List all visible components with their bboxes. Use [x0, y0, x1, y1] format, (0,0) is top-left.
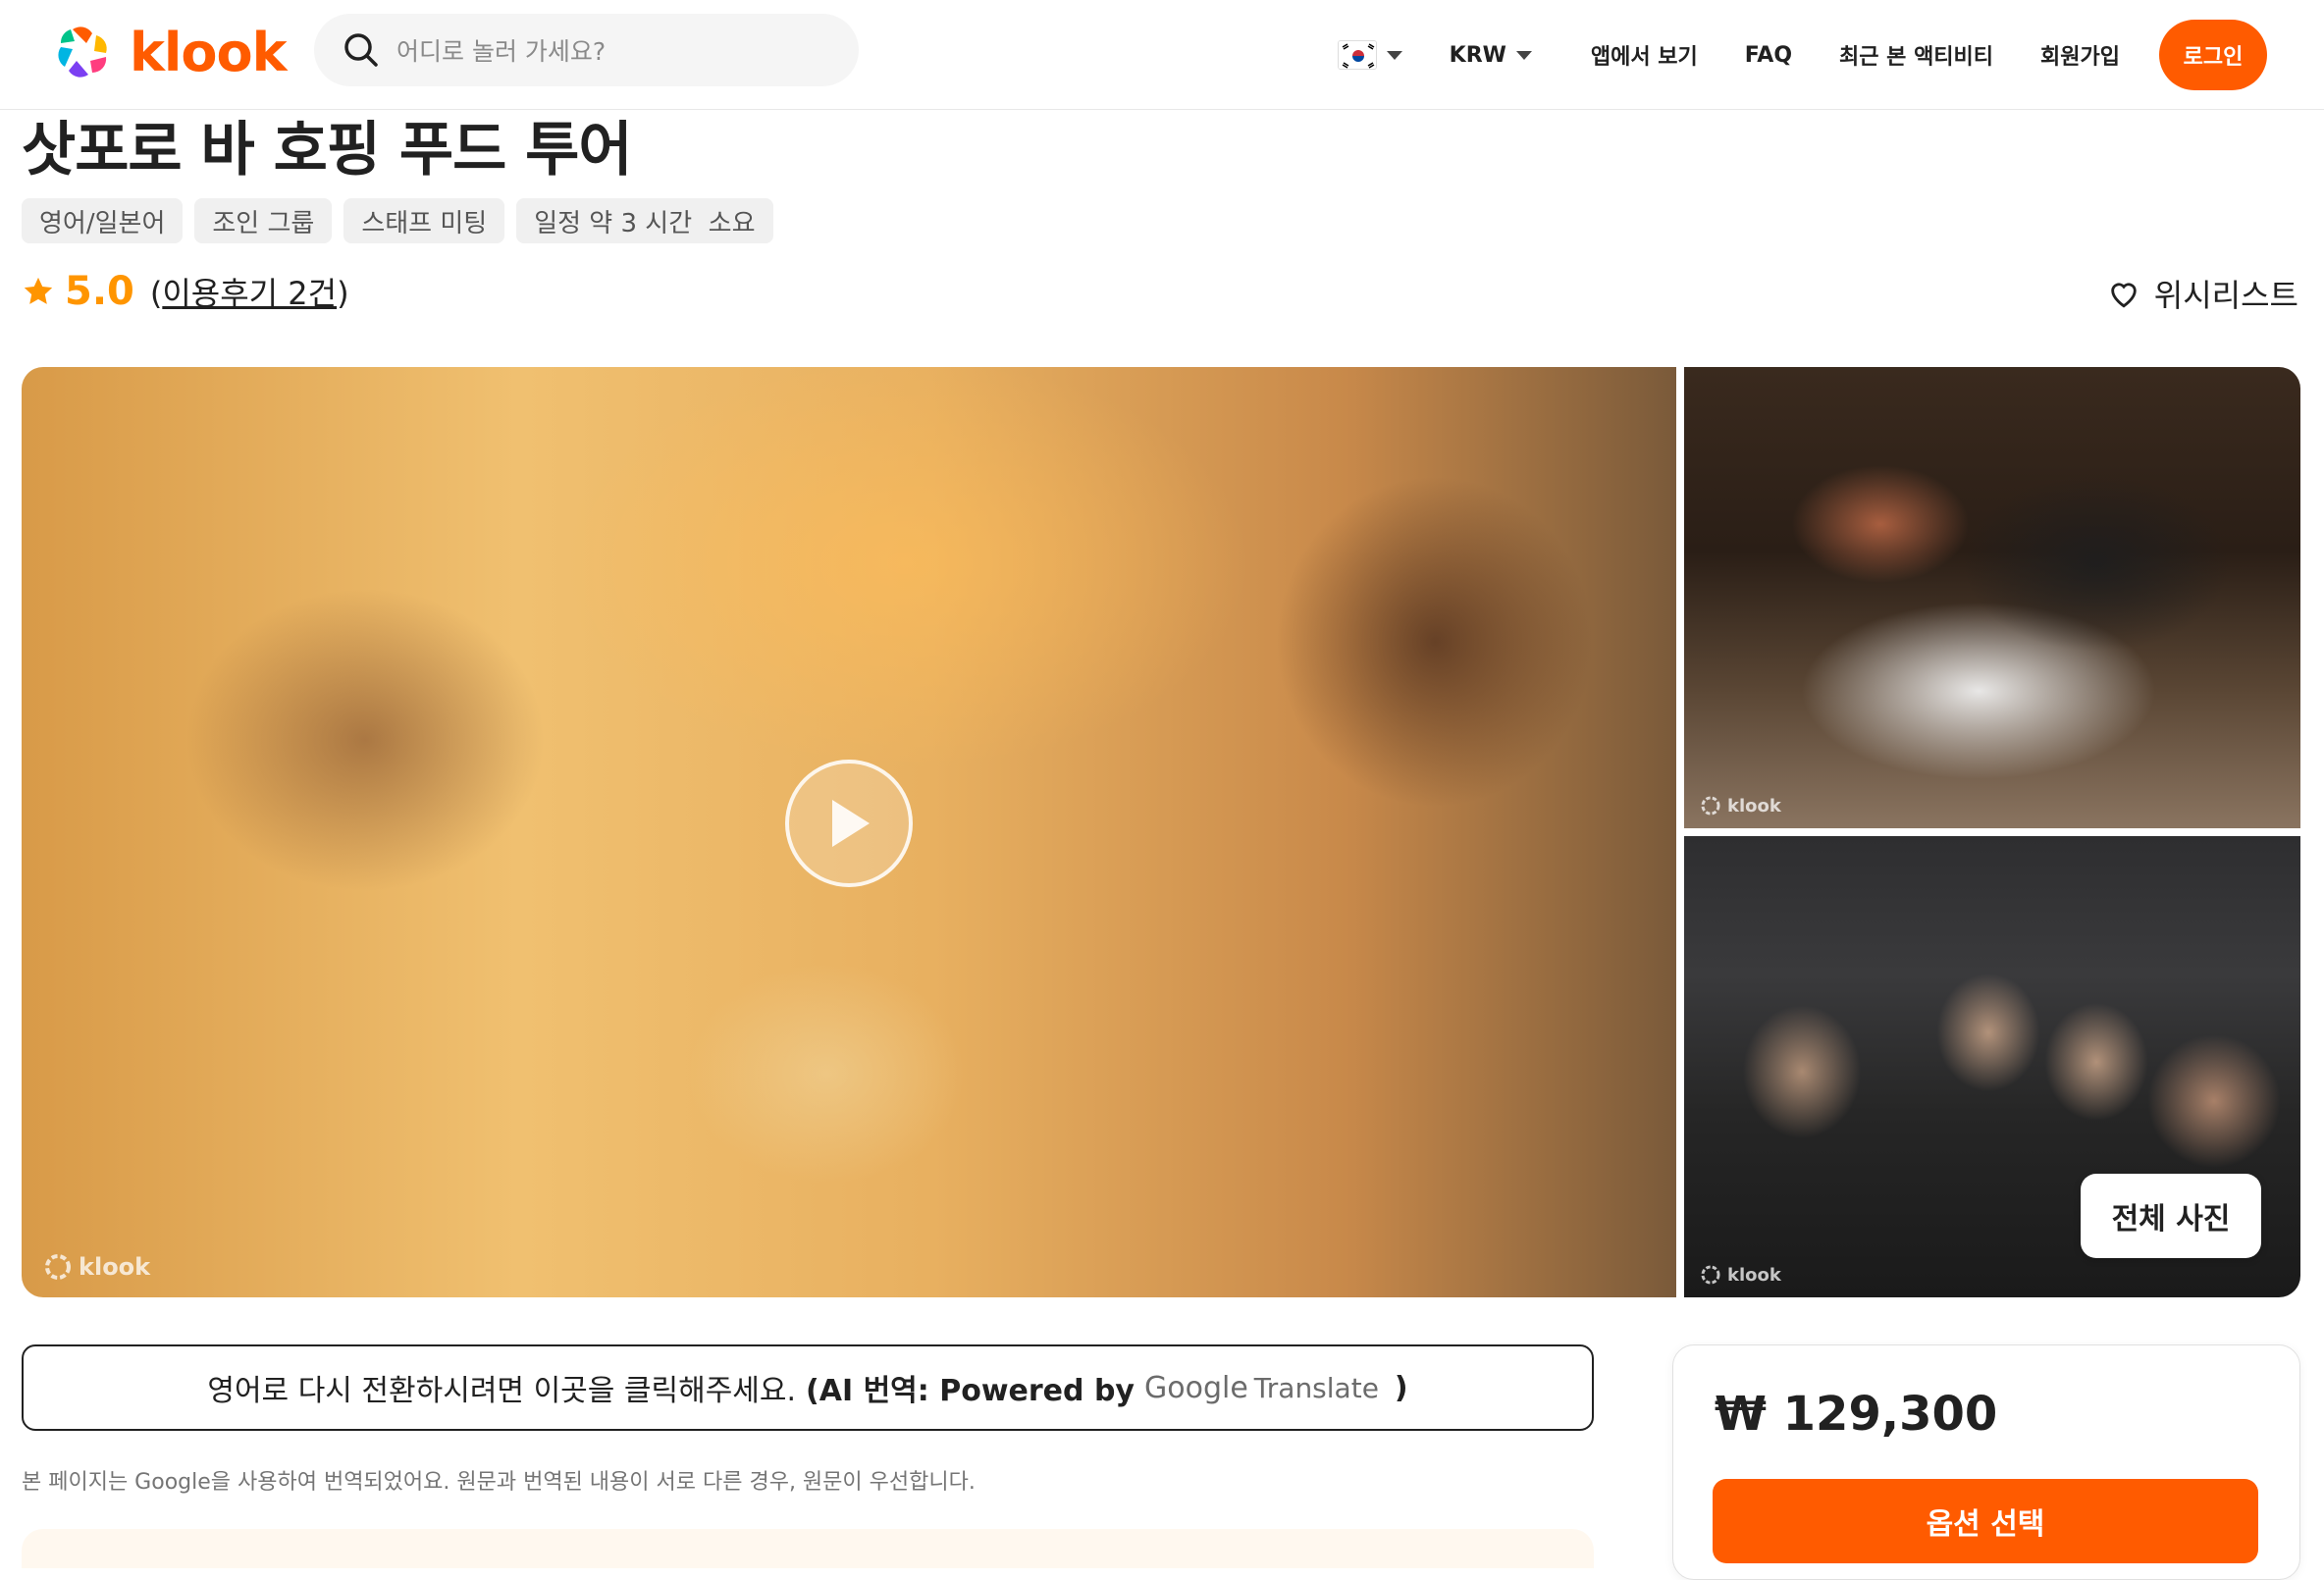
klook-watermark: klook [43, 1252, 150, 1282]
translation-message: 영어로 다시 전환하시려면 이곳을 클릭해주세요. [207, 1374, 797, 1408]
currency-label: KRW [1449, 42, 1506, 68]
header-nav: KRW 앱에서 보기 FAQ 최근 본 액티비티 회원가입 로그인 [1337, 20, 2267, 90]
search-placeholder: 어디로 놀러 가세요? [396, 37, 607, 66]
chevron-down-icon [1386, 50, 1402, 60]
rating-summary: 5.0 (이용후기 2건) [22, 267, 349, 316]
klook-watermark-icon [1701, 796, 1720, 816]
price-value: ₩ 129,300 [1715, 1387, 1998, 1442]
currency-selector[interactable]: KRW [1450, 43, 1532, 68]
view-all-photos-button[interactable]: 전체 사진 [2081, 1174, 2261, 1258]
login-button[interactable]: 로그인 [2159, 20, 2267, 90]
tag-group-type: 조인 그룹 [194, 198, 333, 243]
rating-value: 5.0 [65, 269, 134, 314]
watermark-text: klook [79, 1253, 151, 1281]
open-in-app-link[interactable]: 앱에서 보기 [1591, 39, 1698, 71]
klook-watermark: klook [1700, 795, 1781, 816]
korea-flag-icon [1337, 40, 1377, 70]
klook-logo-icon [58, 26, 107, 78]
ai-translation-label: (AI 번역: Powered by [806, 1374, 1135, 1408]
watermark-text: klook [1727, 795, 1781, 816]
recently-viewed-link[interactable]: 최근 본 액티비티 [1839, 39, 1993, 71]
photo-gallery: klook klook klook 전체 사진 [22, 367, 2300, 1297]
select-option-button[interactable]: 옵션 선택 [1713, 1479, 2258, 1563]
klook-watermark: klook [1700, 1264, 1781, 1286]
tag-duration: 일정 약 3 시간 소요 [516, 198, 773, 243]
star-icon [24, 277, 53, 304]
main-video-thumbnail[interactable]: klook [22, 367, 1676, 1297]
play-icon[interactable] [785, 760, 913, 887]
gallery-photo-group[interactable]: klook 전체 사진 [1684, 836, 2300, 1297]
search-icon [344, 33, 378, 67]
google-wordmark: Google [1143, 1370, 1248, 1405]
tag-language: 영어/일본어 [22, 198, 184, 243]
search-input[interactable]: 어디로 놀러 가세요? [314, 14, 859, 86]
faq-link[interactable]: FAQ [1745, 43, 1792, 68]
wishlist-label: 위시리스트 [2153, 277, 2298, 314]
content-section-peek [22, 1529, 1594, 1568]
watermark-text: klook [1727, 1264, 1781, 1286]
translate-wordmark: Translate [1253, 1371, 1379, 1404]
reviews-count: 이용후기 2건 [162, 275, 338, 312]
google-translate-logo: Google Translate [1144, 1371, 1379, 1405]
reviews-close-paren: ) [337, 275, 349, 312]
top-header: klook 어디로 놀러 가세요? KRW 앱에서 보기 FAQ 최근 본 액티… [0, 0, 2324, 110]
klook-logo[interactable]: klook [51, 18, 288, 86]
translation-toggle-banner[interactable]: 영어로 다시 전환하시려면 이곳을 클릭해주세요. (AI 번역: Powere… [22, 1344, 1594, 1431]
gallery-photo-sushi[interactable]: klook [1684, 367, 2300, 828]
activity-tags: 영어/일본어 조인 그룹 스태프 미팅 일정 약 3 시간 소요 [22, 198, 773, 243]
chevron-down-icon [1515, 50, 1532, 60]
reviews-link[interactable]: (이용후기 2건) [150, 269, 349, 314]
language-selector[interactable] [1337, 40, 1402, 70]
reviews-open-paren: ( [149, 275, 163, 312]
signup-link[interactable]: 회원가입 [2040, 39, 2120, 71]
klook-watermark-icon [1701, 1265, 1720, 1285]
close-paren: ) [1394, 1370, 1408, 1405]
activity-title: 삿포로 바 호핑 푸드 투어 [22, 116, 633, 184]
wishlist-button[interactable]: 위시리스트 [2107, 271, 2298, 316]
tag-meeting: 스태프 미팅 [343, 198, 505, 243]
booking-card: ₩ 129,300 옵션 선택 [1672, 1344, 2300, 1580]
translation-disclaimer: 본 페이지는 Google을 사용하여 번역되었어요. 원문과 번역된 내용이 … [22, 1470, 976, 1495]
heart-icon [2111, 283, 2137, 308]
klook-watermark-icon [45, 1254, 71, 1280]
brand-name: klook [130, 21, 288, 83]
